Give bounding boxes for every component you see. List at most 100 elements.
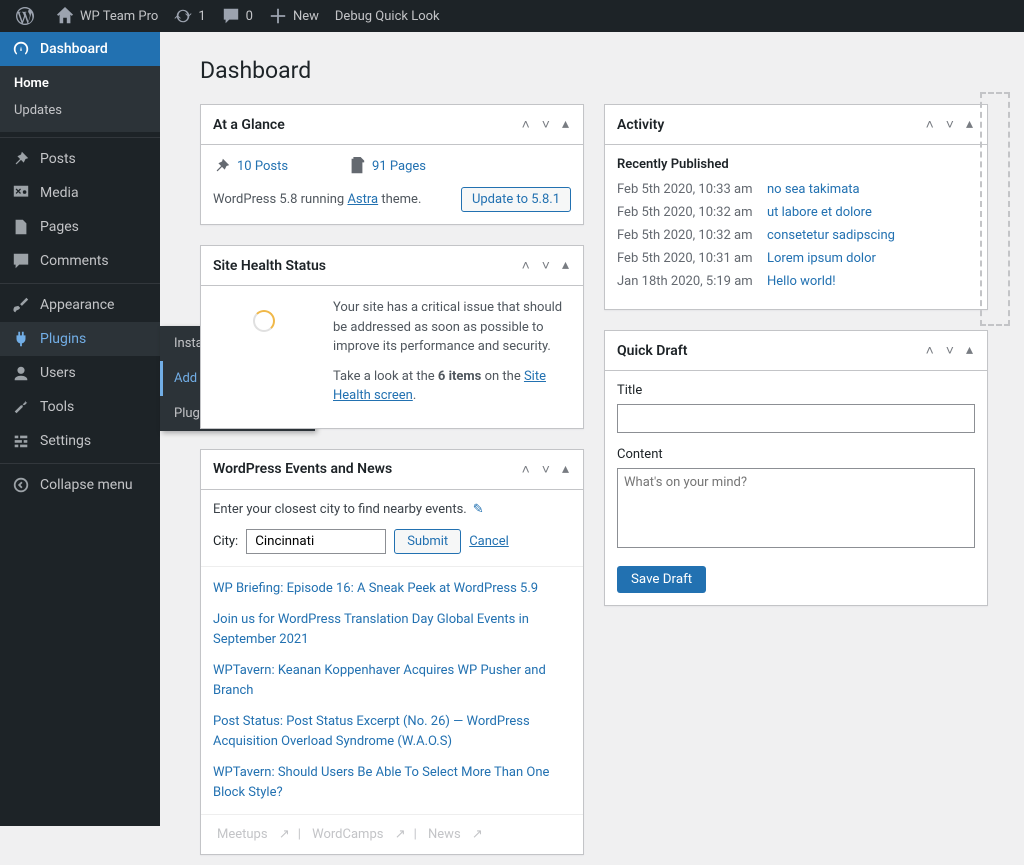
admin-bar: WP Team Pro 1 0 New Debug Quick Look [0,0,1024,32]
post-link[interactable]: Lorem ipsum dolor [767,251,876,266]
post-link[interactable]: ut labore et dolore [767,205,872,220]
menu-appearance[interactable]: Appearance [0,288,160,322]
menu-comments[interactable]: Comments [0,244,160,278]
external-icon: ↗ [395,827,406,842]
save-draft-button[interactable]: Save Draft [617,566,706,593]
menu-media[interactable]: Media [0,176,160,210]
news-foot-link[interactable]: News ↗ [424,827,487,842]
wp-logo[interactable] [8,0,48,32]
menu-posts[interactable]: Posts [0,142,160,176]
brush-icon [12,296,30,314]
city-input[interactable] [246,529,386,554]
title-label: Title [617,383,975,398]
menu-tools[interactable]: Tools [0,390,160,424]
at-a-glance-title: At a Glance [213,117,285,133]
collapse-icon [12,476,30,494]
comments-link[interactable]: 0 [214,0,261,32]
move-up-icon[interactable]: ˄ [924,340,936,361]
comment-icon [222,7,240,25]
pages-icon [12,218,30,236]
menu-dashboard[interactable]: Dashboard [0,32,160,66]
wp-version-text: WordPress 5.8 running Astra theme. [213,192,421,207]
menu-settings[interactable]: Settings [0,424,160,458]
activity-row: Feb 5th 2020, 10:33 amno sea takimata [617,182,975,197]
main-content: Dashboard At a Glance ˄ ˅ ▴ 10 P [180,32,1008,865]
site-health-box: Site Health Status ˄ ˅ ▴ Your site has a c… [200,245,584,429]
loading-spinner [253,310,275,332]
toggle-icon[interactable]: ▴ [964,114,975,135]
draft-content-textarea[interactable] [617,468,975,548]
dashboard-icon [12,40,30,58]
recently-published-heading: Recently Published [617,157,975,172]
menu-plugins[interactable]: Plugins [0,322,160,356]
news-link[interactable]: Post Status: Post Status Excerpt (No. 26… [213,712,571,751]
pages-icon [348,157,366,175]
admin-sidebar: Dashboard Home Updates Posts Media Pages… [0,32,160,826]
theme-link[interactable]: Astra [347,192,378,207]
pin-icon [213,157,231,175]
events-news-title: WordPress Events and News [213,461,392,477]
update-button[interactable]: Update to 5.8.1 [461,187,571,212]
external-icon: ↗ [279,827,290,842]
news-link[interactable]: WP Briefing: Episode 16: A Sneak Peek at… [213,579,571,599]
comment-icon [12,252,30,270]
page-title: Dashboard [180,42,1008,104]
menu-users[interactable]: Users [0,356,160,390]
menu-pages[interactable]: Pages [0,210,160,244]
quick-draft-title: Quick Draft [617,343,687,359]
city-prompt: Enter your closest city to find nearby e… [213,502,571,517]
activity-title: Activity [617,117,664,133]
move-up-icon[interactable]: ˄ [520,114,532,135]
toggle-icon[interactable]: ▴ [964,340,975,361]
updates-link[interactable]: 1 [166,0,213,32]
move-up-icon[interactable]: ˄ [520,255,532,276]
submenu-home[interactable]: Home [0,70,160,97]
debug-link[interactable]: Debug Quick Look [327,0,448,32]
content-label: Content [617,447,975,462]
meetups-link[interactable]: Meetups ↗ [213,827,294,842]
move-down-icon[interactable]: ˅ [944,114,956,135]
move-up-icon[interactable]: ˄ [520,459,532,480]
post-link[interactable]: no sea takimata [767,182,860,197]
move-down-icon[interactable]: ˅ [944,340,956,361]
toggle-icon[interactable]: ▴ [560,459,571,480]
city-label: City: [213,534,238,549]
activity-row: Jan 18th 2020, 5:19 amHello world! [617,274,975,289]
posts-count-link[interactable]: 10 Posts [213,157,288,175]
wordcamps-link[interactable]: WordCamps ↗ [308,827,409,842]
move-down-icon[interactable]: ˅ [540,114,552,135]
move-down-icon[interactable]: ˅ [540,255,552,276]
activity-box: Activity ˄ ˅ ▴ Recently Published Feb 5th … [604,104,988,310]
refresh-icon [174,7,192,25]
news-link[interactable]: Join us for WordPress Translation Day Gl… [213,610,571,649]
health-message: Your site has a critical issue that shou… [333,298,571,357]
submit-button[interactable]: Submit [394,529,461,554]
post-link[interactable]: Hello world! [767,274,836,289]
draft-title-input[interactable] [617,404,975,433]
at-a-glance-box: At a Glance ˄ ˅ ▴ 10 Posts 91 Pages [200,104,584,225]
wrench-icon [12,398,30,416]
toggle-icon[interactable]: ▴ [560,114,571,135]
widget-drop-zone[interactable] [980,92,1010,326]
collapse-menu[interactable]: Collapse menu [0,468,160,502]
pages-count-link[interactable]: 91 Pages [348,157,426,175]
events-news-box: WordPress Events and News ˄ ˅ ▴ Enter your… [200,449,584,856]
news-link[interactable]: WPTavern: Keanan Koppenhaver Acquires WP… [213,661,571,700]
site-health-title: Site Health Status [213,258,326,274]
user-icon [12,364,30,382]
external-icon: ↗ [472,827,483,842]
move-up-icon[interactable]: ˄ [924,114,936,135]
post-link[interactable]: consetetur sadipscing [767,228,895,243]
move-down-icon[interactable]: ˅ [540,459,552,480]
new-link[interactable]: New [261,0,327,32]
toggle-icon[interactable]: ▴ [560,255,571,276]
health-items-text: Take a look at the 6 items on the Site H… [333,367,571,406]
edit-icon[interactable]: ✎ [473,502,484,517]
activity-row: Feb 5th 2020, 10:32 amconsetetur sadipsc… [617,228,975,243]
home-icon [56,7,74,25]
site-name-link[interactable]: WP Team Pro [48,0,166,32]
submenu-updates[interactable]: Updates [0,97,160,124]
plus-icon [269,7,287,25]
cancel-link[interactable]: Cancel [469,534,509,549]
news-link[interactable]: WPTavern: Should Users Be Able To Select… [213,763,571,802]
